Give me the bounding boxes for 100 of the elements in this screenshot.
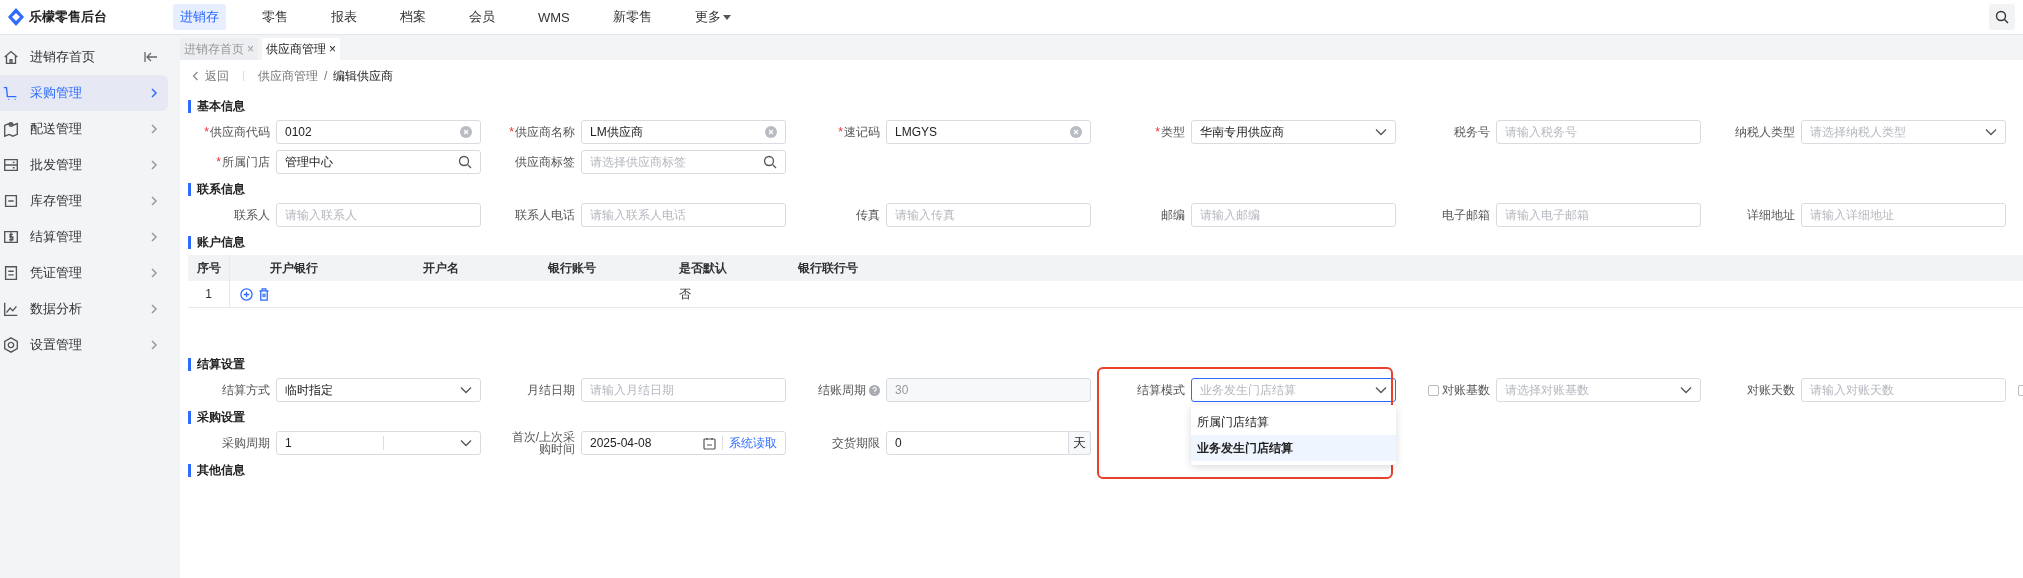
search-icon[interactable]	[458, 155, 472, 169]
breadcrumb-separator: /	[324, 69, 328, 83]
required-mark: *	[1155, 125, 1160, 139]
sidebar-item[interactable]: 数据分析	[2, 300, 82, 318]
chevron-left-icon[interactable]	[192, 71, 199, 81]
input-field[interactable]: 0102	[276, 120, 481, 144]
search-icon[interactable]	[763, 155, 777, 169]
chevron-right-icon[interactable]	[150, 231, 158, 243]
search-icon[interactable]	[1989, 4, 2015, 30]
app-title: 乐檬零售后台	[29, 8, 107, 26]
column-header: 银行联行号	[797, 259, 859, 277]
field-label: 电子邮箱	[1442, 206, 1490, 224]
field-label: 采购周期	[222, 434, 270, 452]
column-header: 开户名	[422, 259, 460, 277]
column-header: 银行账号	[547, 259, 597, 277]
chevron-down-icon[interactable]	[460, 439, 472, 447]
page-tab[interactable]: 供应商管理	[266, 38, 326, 60]
sidebar-item[interactable]: 设置管理	[2, 336, 82, 354]
dollar-icon	[2, 228, 20, 246]
add-icon[interactable]	[240, 287, 253, 301]
nav-tab[interactable]: 档案	[393, 4, 433, 30]
field-label: 联系人	[234, 206, 270, 224]
chevron-right-icon[interactable]	[150, 123, 158, 135]
home-icon	[2, 48, 20, 66]
field-label: 供应商名称	[515, 123, 575, 141]
chevron-down-icon[interactable]	[1375, 128, 1387, 136]
table-cell: 1	[188, 281, 230, 307]
map-icon	[2, 120, 20, 138]
field-label: 结算模式	[1137, 381, 1185, 399]
sidebar-item[interactable]: 进销存首页	[2, 48, 95, 66]
chevron-right-icon[interactable]	[150, 303, 158, 315]
clear-icon[interactable]	[1070, 126, 1082, 138]
calendar-icon[interactable]	[703, 436, 716, 450]
hexagon-icon	[2, 336, 20, 354]
back-link[interactable]: 返回	[192, 67, 229, 85]
sidebar-item[interactable]: 结算管理	[2, 228, 82, 246]
chevron-down-icon[interactable]	[1985, 128, 1997, 136]
table-cell-text: 否	[678, 285, 692, 303]
field-label: 纳税人类型	[1735, 123, 1795, 141]
field-label: 供应商标签	[514, 156, 575, 168]
field-label: 传真	[856, 206, 880, 224]
field-label: 对账天数	[1747, 381, 1795, 399]
chevron-right-icon[interactable]	[150, 339, 158, 351]
delete-icon[interactable]	[258, 287, 270, 301]
clear-icon[interactable]	[460, 126, 472, 138]
chevron-right-icon[interactable]	[150, 267, 158, 279]
sidebar-item[interactable]: 凭证管理	[2, 264, 82, 282]
clear-icon[interactable]	[765, 126, 777, 138]
chevron-down-icon[interactable]	[1680, 386, 1692, 394]
input-field[interactable]: LM供应商	[581, 120, 786, 144]
section-title: 其他信息	[188, 464, 2023, 477]
field-label: 供应商代码	[210, 123, 270, 141]
select-field[interactable]: 华南专用供应商	[1191, 120, 1396, 144]
sidebar-item[interactable]: 批发管理	[2, 156, 82, 174]
chevron-down-icon[interactable]	[1375, 386, 1387, 394]
date-field[interactable]: 2025-04-08 系统读取	[581, 431, 786, 455]
field-label: 所属门店	[222, 153, 270, 171]
field-label: 邮编	[1161, 206, 1185, 224]
select-field[interactable]: 临时指定	[276, 378, 481, 402]
required-mark: *	[838, 125, 843, 139]
chevron-right-icon[interactable]	[150, 159, 158, 171]
system-read-link[interactable]: 系统读取	[729, 434, 777, 452]
dropdown-option[interactable]: 所属门店结算	[1191, 409, 1396, 435]
column-header: 开户银行	[269, 259, 319, 277]
breadcrumb-item: 编辑供应商	[333, 67, 394, 85]
field-label: 速记码	[844, 123, 880, 141]
dropdown-option[interactable]: 业务发生门店结算	[1191, 435, 1396, 461]
collapse-icon[interactable]	[144, 51, 158, 63]
section-title: 结算设置	[188, 358, 2023, 371]
section-title: 基本信息	[188, 100, 2023, 113]
document-icon	[2, 264, 20, 282]
nav-tab[interactable]: 更多	[687, 4, 738, 30]
breadcrumb-item[interactable]: 供应商管理	[258, 67, 318, 85]
section-title: 联系信息	[188, 183, 2023, 196]
drawer-icon	[2, 156, 20, 174]
close-icon[interactable]: ×	[329, 38, 337, 60]
column-header: 序号	[188, 255, 230, 281]
nav-tab[interactable]: 进销存	[173, 4, 226, 30]
checkbox[interactable]	[1428, 384, 1439, 396]
box-icon	[2, 192, 20, 210]
nav-tab[interactable]: 新零售	[605, 4, 659, 30]
sidebar-item[interactable]: 库存管理	[2, 192, 82, 210]
nav-tab[interactable]: 报表	[324, 4, 364, 30]
nav-tab[interactable]: 会员	[462, 4, 502, 30]
nav-tab[interactable]: WMS	[531, 4, 577, 30]
input-field[interactable]: 管理中心	[276, 150, 481, 174]
input-field[interactable]: 0	[886, 431, 1069, 455]
required-mark: *	[509, 125, 514, 139]
column-header: 是否默认	[678, 259, 728, 277]
input-field[interactable]: LMGYS	[886, 120, 1091, 144]
select-field[interactable]: 1	[276, 431, 481, 455]
field-label: 结算方式	[222, 381, 270, 399]
unit-addon: 天	[1069, 431, 1091, 455]
chevron-right-icon[interactable]	[150, 87, 158, 99]
chevron-right-icon[interactable]	[150, 195, 158, 207]
chevron-down-icon[interactable]	[460, 386, 472, 394]
sidebar-item[interactable]: 配送管理	[2, 120, 82, 138]
nav-tab[interactable]: 零售	[255, 4, 295, 30]
required-mark: *	[204, 125, 209, 139]
field-label: 税务号	[1454, 123, 1490, 141]
